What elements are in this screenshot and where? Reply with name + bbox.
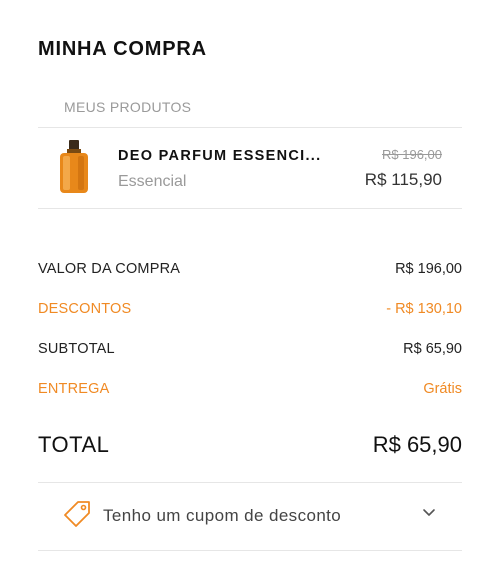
product-name[interactable]: DEO PARFUM ESSENCI... bbox=[118, 148, 321, 164]
product-item[interactable]: DEO PARFUM ESSENCI... Essencial R$ 196,0… bbox=[38, 128, 462, 208]
subtotal-value: R$ 65,90 bbox=[403, 341, 462, 357]
delivery-value: Grátis bbox=[423, 381, 462, 397]
discounts-label: DESCONTOS bbox=[38, 301, 132, 317]
total-label: TOTAL bbox=[38, 432, 110, 457]
product-brand: Essencial bbox=[118, 173, 187, 190]
product-old-price: R$ 196,00 bbox=[382, 147, 442, 162]
subtotal-label: SUBTOTAL bbox=[38, 341, 115, 357]
coupon-toggle[interactable]: Tenho um cupom de desconto bbox=[38, 482, 462, 550]
discounts-value: - R$ 130,10 bbox=[386, 301, 462, 317]
products-section-label: MEUS PRODUTOS bbox=[64, 99, 192, 115]
purchase-value-label: VALOR DA COMPRA bbox=[38, 261, 181, 277]
coupon-label[interactable]: Tenho um cupom de desconto bbox=[103, 506, 341, 526]
delivery-label: ENTREGA bbox=[38, 381, 110, 397]
divider bbox=[38, 208, 462, 209]
chevron-down-icon[interactable] bbox=[422, 508, 436, 518]
page-title: MINHA COMPRA bbox=[38, 38, 207, 60]
total-value: R$ 65,90 bbox=[372, 432, 462, 457]
product-image bbox=[60, 140, 88, 193]
divider bbox=[38, 550, 462, 551]
tag-icon bbox=[64, 501, 90, 527]
purchase-value: R$ 196,00 bbox=[395, 261, 462, 277]
product-price: R$ 115,90 bbox=[364, 170, 442, 189]
